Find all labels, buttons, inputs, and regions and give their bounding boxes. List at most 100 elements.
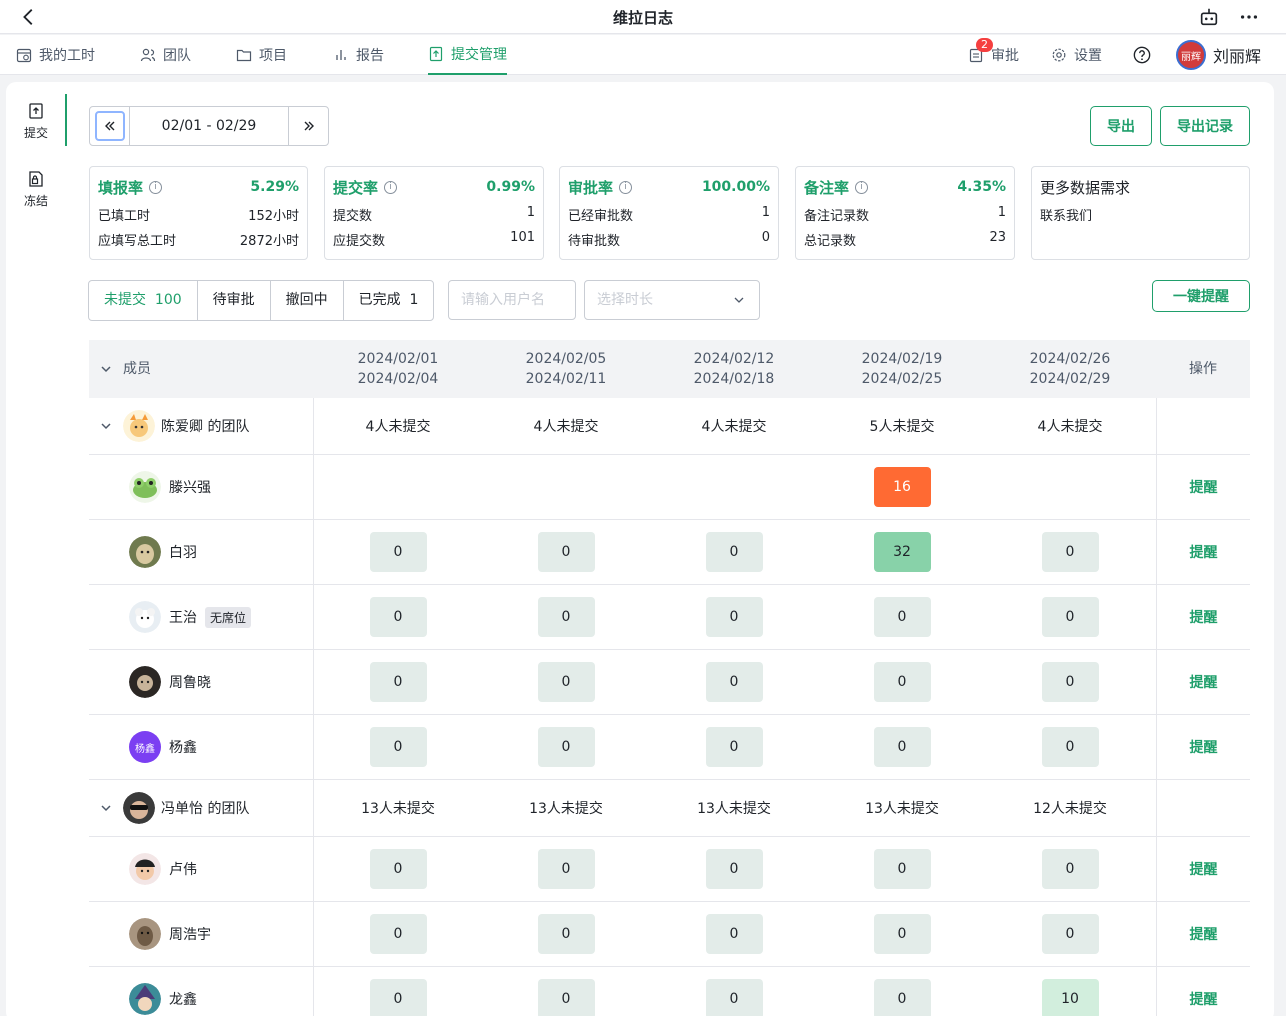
hours-cell[interactable]: 10	[1041, 979, 1099, 1016]
hours-cell[interactable]: 0	[369, 849, 427, 889]
upload-doc-icon	[29, 103, 43, 119]
remind-button[interactable]: 提醒	[1190, 542, 1218, 562]
duration-select[interactable]: 选择时长	[584, 280, 760, 320]
hours-cell[interactable]: 0	[369, 979, 427, 1016]
avatar	[129, 471, 161, 503]
export-log-button[interactable]: 导出记录	[1160, 106, 1250, 146]
nav-project[interactable]: 项目	[236, 35, 287, 75]
more-data-title: 更多数据需求	[1040, 178, 1131, 197]
hours-cell[interactable]: 16	[873, 467, 931, 507]
hours-cell[interactable]: 0	[537, 914, 595, 954]
hours-cell[interactable]: 0	[873, 979, 931, 1016]
sidebar-item-freeze[interactable]: 冻结	[6, 170, 66, 209]
remind-button[interactable]: 提醒	[1190, 737, 1218, 757]
hours-cell[interactable]: 0	[705, 597, 763, 637]
user-name: 刘丽辉	[1213, 47, 1262, 66]
member-name: 周鲁晓	[169, 675, 211, 691]
help-button[interactable]	[1133, 35, 1151, 75]
gear-icon	[1052, 48, 1066, 62]
hours-cell[interactable]: 0	[873, 662, 931, 702]
hours-cell[interactable]: 0	[369, 662, 427, 702]
hours-cell[interactable]: 0	[369, 597, 427, 637]
stat-title: 提交率	[333, 178, 379, 197]
filter-count: 1	[409, 292, 419, 308]
hours-cell[interactable]: 0	[705, 914, 763, 954]
nav-approve[interactable]: 2 审批	[968, 35, 1019, 75]
hours-cell[interactable]: 0	[873, 914, 931, 954]
nav-report[interactable]: 报告	[333, 35, 384, 75]
info-icon[interactable]: i	[149, 180, 163, 194]
hours-cell[interactable]: 0	[1041, 597, 1099, 637]
user-menu[interactable]: 丽辉 刘丽辉	[1176, 35, 1261, 75]
nav-my-hours[interactable]: 我的工时	[16, 35, 95, 75]
top-nav: 我的工时 团队 项目 报告 提交管理 2 审批 设置 丽辉 刘丽辉	[0, 35, 1286, 75]
filter-pending[interactable]: 待审批	[198, 281, 271, 320]
main-card: 提交 冻结 02/01 - 02/29 导出 导出记录 填报率 i 5.29% 已填…	[6, 82, 1274, 1016]
member-name: 王治	[169, 610, 197, 626]
period-end: 2024/02/11	[525, 371, 607, 387]
robot-icon[interactable]	[1198, 6, 1220, 28]
remind-button[interactable]: 提醒	[1190, 859, 1218, 879]
remind-button[interactable]: 提醒	[1190, 477, 1218, 497]
hours-cell[interactable]: 0	[369, 532, 427, 572]
nav-settings[interactable]: 设置	[1051, 35, 1102, 75]
info-icon[interactable]: i	[855, 180, 869, 194]
nav-submit-management[interactable]: 提交管理	[428, 35, 507, 75]
hours-cell[interactable]: 0	[705, 662, 763, 702]
hours-cell[interactable]: 0	[537, 662, 595, 702]
date-range-text[interactable]: 02/01 - 02/29	[130, 107, 288, 145]
no-seat-tag: 无席位	[205, 606, 252, 628]
info-icon[interactable]: i	[384, 180, 398, 194]
double-chevron-right-icon	[304, 121, 314, 131]
chevron-down-icon[interactable]	[99, 362, 113, 376]
hours-cell[interactable]: 0	[705, 849, 763, 889]
period-start: 2024/02/05	[525, 351, 607, 367]
stat-label: 提交数	[333, 209, 373, 224]
hours-cell[interactable]: 0	[705, 979, 763, 1016]
hours-cell[interactable]: 0	[705, 532, 763, 572]
hours-cell[interactable]: 0	[1041, 662, 1099, 702]
hours-cell[interactable]: 0	[369, 727, 427, 767]
hours-cell[interactable]: 0	[1041, 914, 1099, 954]
lock-doc-icon	[29, 171, 43, 187]
team-summary: 12人未提交	[1033, 801, 1107, 817]
hours-cell[interactable]: 0	[1041, 532, 1099, 572]
hours-cell[interactable]: 0	[1041, 849, 1099, 889]
username-search-input[interactable]: 请输入用户名	[448, 280, 576, 320]
remind-button[interactable]: 提醒	[1190, 672, 1218, 692]
nav-team[interactable]: 团队	[140, 35, 191, 75]
filter-withdrawing[interactable]: 撤回中	[271, 281, 344, 320]
hours-cell[interactable]: 0	[873, 727, 931, 767]
more-icon[interactable]	[1238, 6, 1260, 28]
hours-cell[interactable]: 0	[1041, 727, 1099, 767]
sidebar-item-submit[interactable]: 提交	[6, 102, 66, 141]
contact-us-link[interactable]: 联系我们	[1040, 205, 1092, 224]
remind-all-button[interactable]: 一键提醒	[1152, 280, 1250, 312]
hours-cell[interactable]: 0	[537, 979, 595, 1016]
remind-button[interactable]: 提醒	[1190, 607, 1218, 627]
hours-cell[interactable]: 0	[705, 727, 763, 767]
hours-cell[interactable]: 0	[873, 597, 931, 637]
member-name: 滕兴强	[169, 480, 211, 496]
help-icon	[1133, 46, 1151, 64]
next-period-button[interactable]	[288, 107, 328, 145]
info-icon[interactable]: i	[619, 180, 633, 194]
chevron-down-icon[interactable]	[99, 801, 113, 815]
export-button[interactable]: 导出	[1090, 106, 1152, 146]
filter-unsubmitted[interactable]: 未提交 100	[89, 281, 198, 320]
stat-percent: 0.99%	[486, 179, 535, 195]
member-name: 龙鑫	[169, 992, 197, 1008]
hours-cell[interactable]: 0	[537, 849, 595, 889]
team-summary: 5人未提交	[869, 419, 935, 435]
hours-cell[interactable]: 0	[537, 597, 595, 637]
hours-cell[interactable]: 0	[369, 914, 427, 954]
remind-button[interactable]: 提醒	[1190, 989, 1218, 1009]
hours-cell[interactable]: 0	[873, 849, 931, 889]
remind-button[interactable]: 提醒	[1190, 924, 1218, 944]
hours-cell[interactable]: 32	[873, 532, 931, 572]
chevron-down-icon[interactable]	[99, 419, 113, 433]
avatar	[129, 853, 161, 885]
hours-cell[interactable]: 0	[537, 532, 595, 572]
hours-cell[interactable]: 0	[537, 727, 595, 767]
prev-period-button[interactable]	[90, 107, 130, 145]
